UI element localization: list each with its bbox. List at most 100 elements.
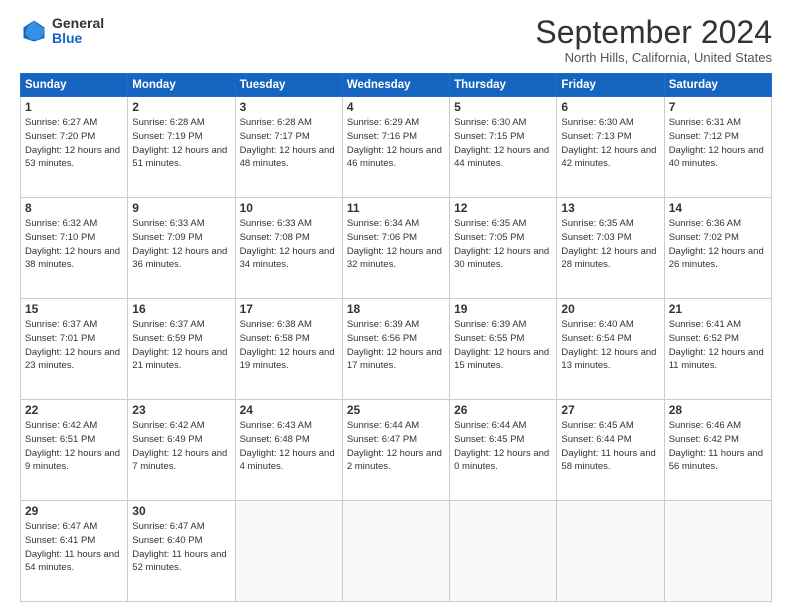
day-info: Sunrise: 6:35 AMSunset: 7:03 PMDaylight:…: [561, 217, 659, 272]
calendar-cell: 7 Sunrise: 6:31 AMSunset: 7:12 PMDayligh…: [664, 97, 771, 198]
day-info: Sunrise: 6:44 AMSunset: 6:47 PMDaylight:…: [347, 419, 445, 474]
calendar-cell: 25 Sunrise: 6:44 AMSunset: 6:47 PMDaylig…: [342, 400, 449, 501]
day-info: Sunrise: 6:47 AMSunset: 6:40 PMDaylight:…: [132, 520, 230, 575]
day-number: 29: [25, 504, 123, 518]
day-info: Sunrise: 6:40 AMSunset: 6:54 PMDaylight:…: [561, 318, 659, 373]
calendar-week-row: 22 Sunrise: 6:42 AMSunset: 6:51 PMDaylig…: [21, 400, 772, 501]
day-info: Sunrise: 6:43 AMSunset: 6:48 PMDaylight:…: [240, 419, 338, 474]
weekday-header: Monday: [128, 74, 235, 97]
day-number: 3: [240, 100, 338, 114]
calendar-cell: [664, 501, 771, 602]
day-info: Sunrise: 6:36 AMSunset: 7:02 PMDaylight:…: [669, 217, 767, 272]
day-number: 24: [240, 403, 338, 417]
month-title: September 2024: [535, 16, 772, 48]
day-info: Sunrise: 6:37 AMSunset: 7:01 PMDaylight:…: [25, 318, 123, 373]
day-number: 11: [347, 201, 445, 215]
day-info: Sunrise: 6:30 AMSunset: 7:13 PMDaylight:…: [561, 116, 659, 171]
location: North Hills, California, United States: [535, 50, 772, 65]
day-info: Sunrise: 6:45 AMSunset: 6:44 PMDaylight:…: [561, 419, 659, 474]
calendar-cell: 9 Sunrise: 6:33 AMSunset: 7:09 PMDayligh…: [128, 198, 235, 299]
calendar-cell: 26 Sunrise: 6:44 AMSunset: 6:45 PMDaylig…: [450, 400, 557, 501]
day-number: 13: [561, 201, 659, 215]
weekday-header: Friday: [557, 74, 664, 97]
weekday-header: Thursday: [450, 74, 557, 97]
day-number: 2: [132, 100, 230, 114]
day-number: 28: [669, 403, 767, 417]
day-info: Sunrise: 6:27 AMSunset: 7:20 PMDaylight:…: [25, 116, 123, 171]
day-number: 6: [561, 100, 659, 114]
day-number: 27: [561, 403, 659, 417]
calendar-cell: 29 Sunrise: 6:47 AMSunset: 6:41 PMDaylig…: [21, 501, 128, 602]
day-number: 25: [347, 403, 445, 417]
day-number: 12: [454, 201, 552, 215]
day-number: 8: [25, 201, 123, 215]
calendar-cell: 18 Sunrise: 6:39 AMSunset: 6:56 PMDaylig…: [342, 299, 449, 400]
day-number: 23: [132, 403, 230, 417]
calendar-cell: 4 Sunrise: 6:29 AMSunset: 7:16 PMDayligh…: [342, 97, 449, 198]
day-number: 30: [132, 504, 230, 518]
calendar-cell: 13 Sunrise: 6:35 AMSunset: 7:03 PMDaylig…: [557, 198, 664, 299]
calendar-cell: 28 Sunrise: 6:46 AMSunset: 6:42 PMDaylig…: [664, 400, 771, 501]
day-info: Sunrise: 6:33 AMSunset: 7:09 PMDaylight:…: [132, 217, 230, 272]
day-info: Sunrise: 6:42 AMSunset: 6:51 PMDaylight:…: [25, 419, 123, 474]
day-number: 1: [25, 100, 123, 114]
weekday-header: Tuesday: [235, 74, 342, 97]
day-number: 7: [669, 100, 767, 114]
day-info: Sunrise: 6:28 AMSunset: 7:19 PMDaylight:…: [132, 116, 230, 171]
day-number: 22: [25, 403, 123, 417]
day-number: 9: [132, 201, 230, 215]
day-info: Sunrise: 6:28 AMSunset: 7:17 PMDaylight:…: [240, 116, 338, 171]
day-info: Sunrise: 6:39 AMSunset: 6:55 PMDaylight:…: [454, 318, 552, 373]
calendar-week-row: 15 Sunrise: 6:37 AMSunset: 7:01 PMDaylig…: [21, 299, 772, 400]
day-info: Sunrise: 6:38 AMSunset: 6:58 PMDaylight:…: [240, 318, 338, 373]
calendar-cell: 14 Sunrise: 6:36 AMSunset: 7:02 PMDaylig…: [664, 198, 771, 299]
day-info: Sunrise: 6:37 AMSunset: 6:59 PMDaylight:…: [132, 318, 230, 373]
calendar-cell: 20 Sunrise: 6:40 AMSunset: 6:54 PMDaylig…: [557, 299, 664, 400]
day-number: 18: [347, 302, 445, 316]
calendar-cell: 12 Sunrise: 6:35 AMSunset: 7:05 PMDaylig…: [450, 198, 557, 299]
day-info: Sunrise: 6:44 AMSunset: 6:45 PMDaylight:…: [454, 419, 552, 474]
calendar-cell: 17 Sunrise: 6:38 AMSunset: 6:58 PMDaylig…: [235, 299, 342, 400]
day-info: Sunrise: 6:35 AMSunset: 7:05 PMDaylight:…: [454, 217, 552, 272]
calendar-cell: 21 Sunrise: 6:41 AMSunset: 6:52 PMDaylig…: [664, 299, 771, 400]
day-number: 19: [454, 302, 552, 316]
calendar-cell: 11 Sunrise: 6:34 AMSunset: 7:06 PMDaylig…: [342, 198, 449, 299]
calendar-cell: 6 Sunrise: 6:30 AMSunset: 7:13 PMDayligh…: [557, 97, 664, 198]
day-info: Sunrise: 6:32 AMSunset: 7:10 PMDaylight:…: [25, 217, 123, 272]
day-number: 26: [454, 403, 552, 417]
day-info: Sunrise: 6:41 AMSunset: 6:52 PMDaylight:…: [669, 318, 767, 373]
day-info: Sunrise: 6:29 AMSunset: 7:16 PMDaylight:…: [347, 116, 445, 171]
day-number: 4: [347, 100, 445, 114]
weekday-header: Saturday: [664, 74, 771, 97]
day-number: 15: [25, 302, 123, 316]
weekday-header: Sunday: [21, 74, 128, 97]
calendar-cell: 23 Sunrise: 6:42 AMSunset: 6:49 PMDaylig…: [128, 400, 235, 501]
day-number: 20: [561, 302, 659, 316]
calendar-cell: 1 Sunrise: 6:27 AMSunset: 7:20 PMDayligh…: [21, 97, 128, 198]
calendar-cell: 3 Sunrise: 6:28 AMSunset: 7:17 PMDayligh…: [235, 97, 342, 198]
logo-icon: [20, 17, 48, 45]
day-number: 21: [669, 302, 767, 316]
calendar-cell: [235, 501, 342, 602]
calendar-cell: 27 Sunrise: 6:45 AMSunset: 6:44 PMDaylig…: [557, 400, 664, 501]
calendar-cell: 16 Sunrise: 6:37 AMSunset: 6:59 PMDaylig…: [128, 299, 235, 400]
calendar-header-row: SundayMondayTuesdayWednesdayThursdayFrid…: [21, 74, 772, 97]
day-number: 16: [132, 302, 230, 316]
day-number: 10: [240, 201, 338, 215]
day-info: Sunrise: 6:39 AMSunset: 6:56 PMDaylight:…: [347, 318, 445, 373]
day-number: 17: [240, 302, 338, 316]
day-info: Sunrise: 6:33 AMSunset: 7:08 PMDaylight:…: [240, 217, 338, 272]
calendar-week-row: 8 Sunrise: 6:32 AMSunset: 7:10 PMDayligh…: [21, 198, 772, 299]
calendar-cell: [450, 501, 557, 602]
day-info: Sunrise: 6:46 AMSunset: 6:42 PMDaylight:…: [669, 419, 767, 474]
day-number: 5: [454, 100, 552, 114]
day-info: Sunrise: 6:30 AMSunset: 7:15 PMDaylight:…: [454, 116, 552, 171]
header: General Blue September 2024 North Hills,…: [20, 16, 772, 65]
calendar-cell: [557, 501, 664, 602]
title-block: September 2024 North Hills, California, …: [535, 16, 772, 65]
logo: General Blue: [20, 16, 104, 47]
calendar-cell: 30 Sunrise: 6:47 AMSunset: 6:40 PMDaylig…: [128, 501, 235, 602]
calendar-week-row: 29 Sunrise: 6:47 AMSunset: 6:41 PMDaylig…: [21, 501, 772, 602]
day-number: 14: [669, 201, 767, 215]
day-info: Sunrise: 6:42 AMSunset: 6:49 PMDaylight:…: [132, 419, 230, 474]
